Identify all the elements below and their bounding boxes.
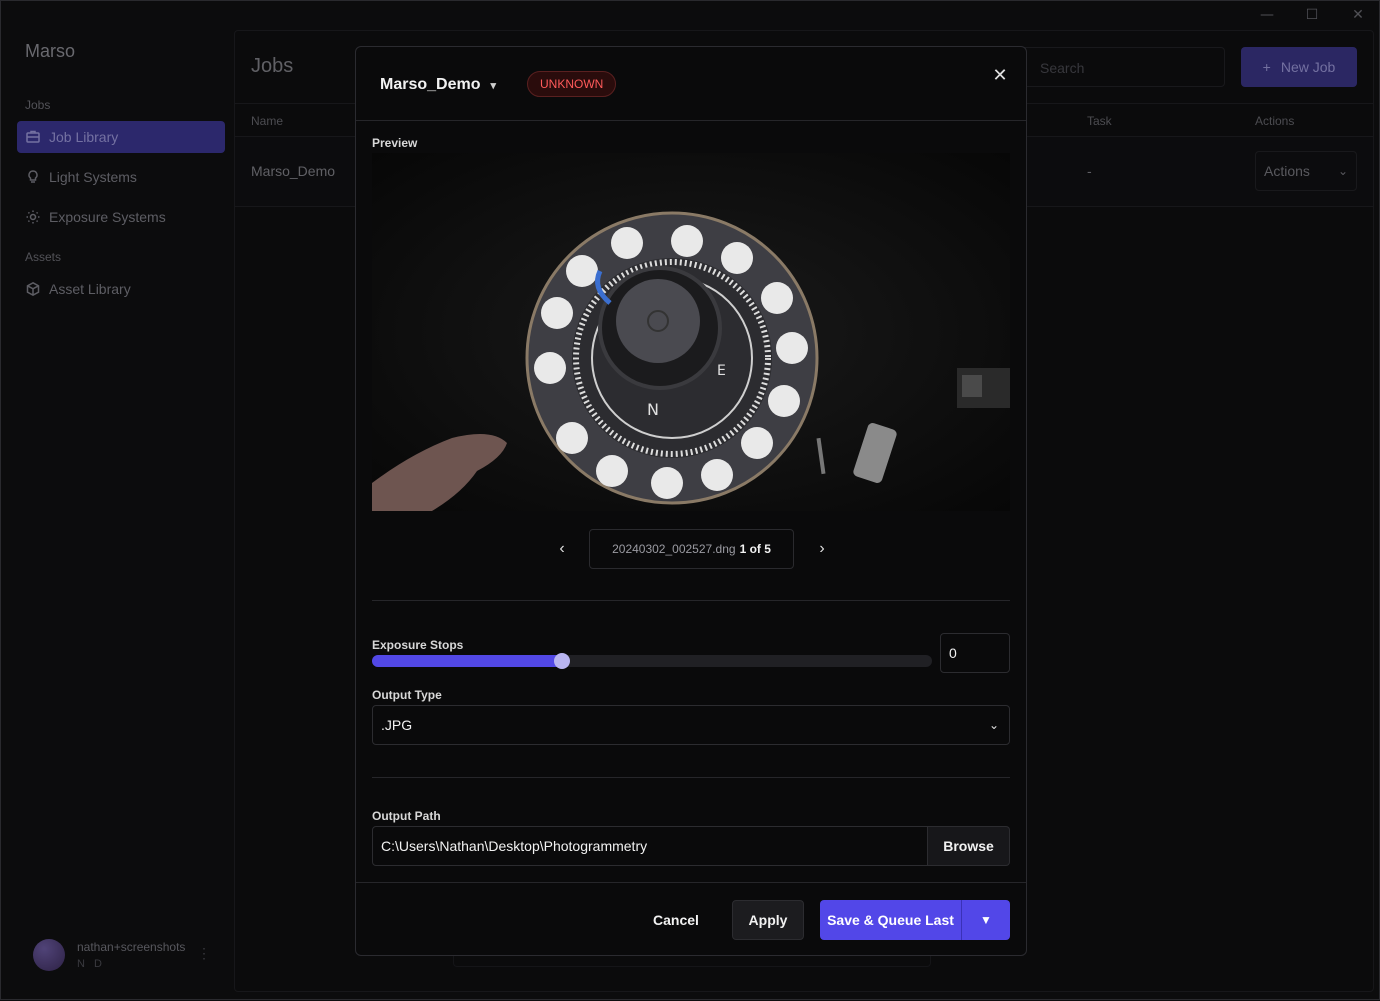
output-type-select[interactable]: .JPG ⌄ xyxy=(372,705,1010,745)
slider-fill xyxy=(372,655,562,667)
chevron-down-icon: ▼ xyxy=(980,913,992,927)
save-queue-button[interactable]: Save & Queue Last xyxy=(820,900,961,940)
preview-label: Preview xyxy=(372,136,417,150)
chevron-down-icon: ⌄ xyxy=(989,706,999,744)
cancel-button[interactable]: Cancel xyxy=(638,900,714,940)
photo-turntable: N E xyxy=(372,153,1010,511)
close-icon[interactable]: ✕ xyxy=(990,65,1010,85)
chevron-left-icon[interactable]: ‹ xyxy=(552,539,572,559)
divider xyxy=(372,777,1010,778)
modal-header: Marso_Demo ▾ UNKNOWN ✕ xyxy=(356,47,1026,121)
modal-footer: Cancel Apply Save & Queue Last ▼ xyxy=(356,882,1026,955)
image-pager: ‹ 20240302_002527.dng 1 of 5 › xyxy=(356,529,1026,569)
svg-text:N: N xyxy=(647,400,659,419)
job-name: Marso_Demo xyxy=(380,76,480,94)
apply-button[interactable]: Apply xyxy=(732,900,804,940)
page-counter: 1 of 5 xyxy=(740,542,771,556)
chevron-right-icon[interactable]: › xyxy=(812,539,832,559)
app-window: — ☐ ✕ Marso Jobs Job Library Light Syste… xyxy=(0,0,1380,1000)
preview-image: N E xyxy=(372,153,1010,511)
save-options-dropdown[interactable]: ▼ xyxy=(961,900,1010,940)
svg-text:E: E xyxy=(717,363,726,379)
job-settings-modal: Marso_Demo ▾ UNKNOWN ✕ Preview xyxy=(355,46,1027,956)
divider xyxy=(372,600,1010,601)
exposure-label: Exposure Stops xyxy=(372,638,463,652)
slider-handle[interactable] xyxy=(554,653,570,669)
status-badge: UNKNOWN xyxy=(527,71,616,97)
browse-button[interactable]: Browse xyxy=(928,826,1010,866)
file-name: 20240302_002527.dng xyxy=(612,542,735,556)
output-type-value: .JPG xyxy=(381,717,412,733)
chevron-down-icon: ▾ xyxy=(490,79,496,92)
output-path-input[interactable]: C:\Users\Nathan\Desktop\Photogrammetry xyxy=(372,826,928,866)
output-type-label: Output Type xyxy=(372,688,442,702)
file-indicator: 20240302_002527.dng 1 of 5 xyxy=(589,529,794,569)
exposure-slider[interactable] xyxy=(372,655,932,667)
output-path-label: Output Path xyxy=(372,809,441,823)
job-selector[interactable]: Marso_Demo ▾ xyxy=(380,76,496,94)
exposure-input[interactable]: 0 xyxy=(940,633,1010,673)
